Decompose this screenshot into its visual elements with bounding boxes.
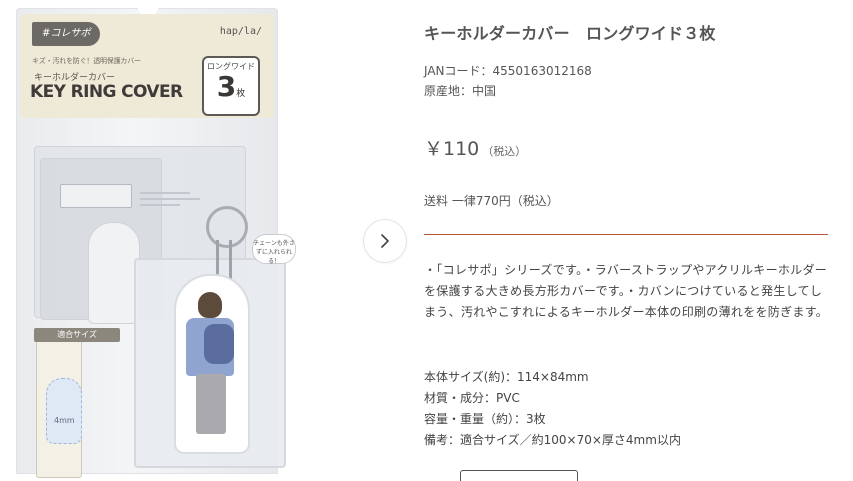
gallery-next-button[interactable]: [364, 220, 406, 262]
figure-head: [198, 292, 222, 318]
chevron-right-icon: [381, 234, 389, 248]
package-count-number: 3: [216, 70, 237, 103]
country-of-origin: 原産地：中国: [424, 84, 497, 98]
package-tagline: キズ・汚れを防ぐ！透明保護カバー: [32, 57, 141, 65]
spec-size: 本体サイズ(約)：114×84mm: [424, 370, 589, 384]
spec-notes: 備考：適合サイズ／約100×70×厚さ4mm以内: [424, 433, 681, 447]
package-logo: hap/la/: [219, 26, 262, 37]
spec-capacity: 容量・重量（約）：3枚: [424, 412, 546, 426]
bottom-button-partial[interactable]: [460, 470, 578, 481]
fit-size-value: 4mm: [54, 416, 75, 425]
package-photo: #コレサポ hap/la/ キズ・汚れを防ぐ！透明保護カバー キーホルダーカバー…: [16, 8, 296, 478]
package-sticker: チェーンも外さずに入れられる！: [252, 234, 296, 265]
product-image[interactable]: #コレサポ hap/la/ キズ・汚れを防ぐ！透明保護カバー キーホルダーカバー…: [0, 0, 352, 478]
package-brand: #コレサポ: [32, 22, 101, 46]
shipping-fee: 送料 一律770円（税込）: [424, 194, 559, 208]
price-row: ￥110 （税込）: [424, 134, 526, 161]
figure-bouquet: [204, 324, 234, 364]
spec-material: 材質・成分：PVC: [424, 391, 520, 405]
fit-keychain-illustration: [46, 378, 82, 444]
product-description: ・「コレサポ」シリーズです。・ラバーストラップやアクリルキーホルダーを保護する大…: [424, 263, 829, 319]
price: ￥110: [424, 138, 480, 160]
package-count-badge: ロングワイド 3枚: [202, 56, 260, 116]
fit-size-label: 適合サイズ: [34, 328, 120, 342]
tax-note: （税込）: [482, 145, 527, 158]
section-divider: [424, 234, 828, 235]
sheet-print-lines: [60, 186, 230, 226]
sample-keychain-outline: [88, 222, 140, 324]
product-title: キーホルダーカバー ロングワイド３枚: [424, 24, 716, 43]
package-header: #コレサポ hap/la/ キズ・汚れを防ぐ！透明保護カバー キーホルダーカバー…: [20, 14, 274, 118]
package-title: KEY RING COVER: [30, 82, 183, 102]
package-count-unit: 枚: [236, 89, 246, 99]
figure-legs: [196, 374, 226, 434]
acrylic-keychain-figure: [174, 274, 250, 454]
jan-code: JANコード：4550163012168: [424, 64, 592, 78]
